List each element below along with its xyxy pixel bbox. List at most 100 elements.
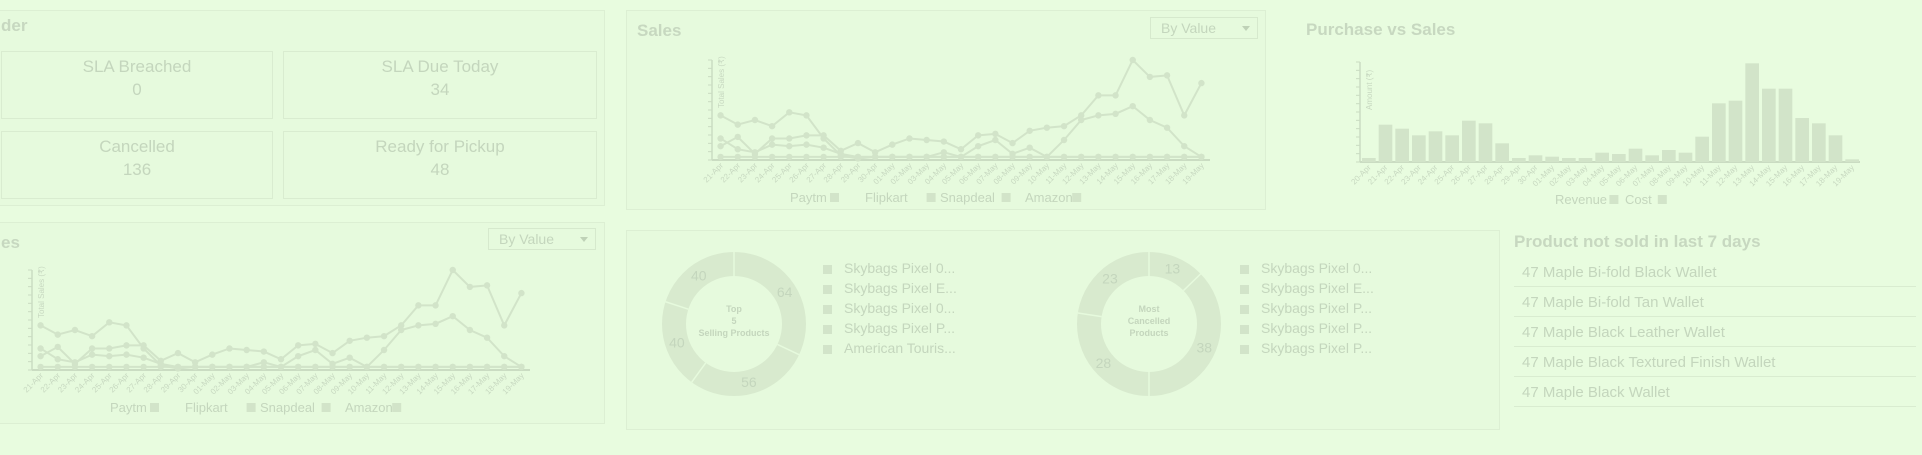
data-point (940, 149, 948, 156)
cancelled-tile[interactable]: Cancelled 136 (1, 131, 273, 199)
sales-panel-title: Sales (637, 21, 682, 40)
legend-item[interactable]: Skybags Pixel P... (1240, 318, 1374, 338)
bar-revenue (1378, 124, 1393, 162)
data-point (260, 348, 268, 355)
data-point (191, 363, 199, 371)
donut-segment-label: 64 (777, 284, 793, 300)
data-point (1078, 153, 1085, 161)
not-sold-item[interactable]: 47 Maple Bi-fold Tan Wallet (1514, 289, 1916, 317)
data-point (1112, 92, 1119, 99)
data-point (380, 332, 388, 340)
not-sold-item[interactable]: 47 Maple Black Leather Wallet (1514, 319, 1916, 347)
lower-sales-line-chart: Total Sales (₹)21-Apr22-Apr23-Apr24-Apr2… (22, 266, 530, 415)
legend-swatch (926, 193, 936, 202)
data-point (398, 363, 405, 371)
data-point (1026, 153, 1033, 161)
bar-revenue (1462, 120, 1476, 162)
data-point (226, 345, 233, 352)
data-point (209, 363, 216, 371)
data-point (312, 340, 319, 348)
data-point (1112, 153, 1119, 161)
legend-swatch (830, 193, 839, 202)
not-sold-item[interactable]: 47 Maple Black Wallet (1514, 379, 1916, 407)
not-sold-item[interactable]: 47 Maple Black Textured Finish Wallet (1514, 349, 1916, 377)
legend-label-paytm: Paytm (110, 400, 147, 415)
bar-revenue (1528, 155, 1543, 162)
legend-label-flipkart: Flipkart (865, 190, 908, 205)
bar-revenue (1628, 148, 1643, 162)
legend-swatch (823, 284, 832, 294)
data-point (1009, 150, 1016, 158)
legend-item[interactable]: Skybags Pixel E... (1240, 278, 1374, 298)
data-point (1129, 102, 1136, 110)
legend-swatch (1657, 195, 1667, 204)
sales-line-chart: Total Sales (₹)21-Apr22-Apr23-Apr24-Apr2… (702, 56, 1210, 205)
bar-revenue (1845, 159, 1859, 162)
data-point (1060, 153, 1068, 161)
bar-revenue (1512, 158, 1526, 162)
legend-item[interactable]: Skybags Pixel P... (823, 318, 957, 338)
data-point (786, 142, 793, 150)
data-point (88, 351, 96, 358)
data-point (54, 356, 61, 363)
legend-item[interactable]: Skybags Pixel E... (823, 278, 957, 298)
bar-revenue (1495, 143, 1509, 162)
sla-breached-tile[interactable]: SLA Breached 0 (1, 51, 273, 119)
data-point (820, 132, 827, 139)
data-point (123, 351, 130, 358)
data-point (88, 345, 96, 352)
bar-revenue (1578, 158, 1593, 162)
legend-item[interactable]: American Touris... (823, 338, 957, 358)
not-sold-item[interactable]: 47 Maple Bi-fold Black Wallet (1514, 259, 1916, 287)
sales-filter-value: By Value (1161, 20, 1216, 36)
not-sold-title: Product not sold in last 7 days (1514, 232, 1761, 251)
bar-revenue (1695, 136, 1709, 162)
legend-item[interactable]: Skybags Pixel 0... (823, 258, 957, 278)
data-point (106, 345, 113, 352)
legend-item[interactable]: Skybags Pixel P... (1240, 298, 1374, 318)
data-point (768, 153, 776, 161)
ready-for-pickup-tile[interactable]: Ready for Pickup 48 (283, 131, 597, 199)
data-point (449, 363, 456, 371)
lower-sales-filter-select[interactable]: By Value (488, 228, 596, 250)
ready-for-pickup-label: Ready for Pickup (375, 137, 505, 156)
lower-sales-filter-value: By Value (499, 231, 554, 247)
data-point (483, 363, 491, 371)
data-point (329, 349, 336, 357)
data-point (483, 282, 491, 289)
data-point (751, 116, 759, 124)
data-point (174, 363, 182, 371)
legend-item[interactable]: Skybags Pixel 0... (1240, 258, 1374, 278)
legend-swatch (1240, 264, 1249, 274)
data-point (889, 153, 896, 161)
data-point (786, 109, 793, 116)
legend-swatch (321, 403, 331, 412)
data-point (992, 130, 999, 138)
legend-label-amazon: Amazon (345, 400, 393, 415)
data-point (483, 334, 491, 341)
data-point (974, 132, 982, 139)
most-cancelled-legend: Skybags Pixel 0... Skybags Pixel E... Sk… (1240, 258, 1374, 358)
data-point (1009, 139, 1016, 147)
sla-due-today-tile[interactable]: SLA Due Today 34 (283, 51, 597, 119)
data-point (449, 312, 456, 320)
data-point (294, 363, 302, 371)
data-point (518, 289, 525, 297)
bar-revenue (1428, 131, 1443, 162)
data-point (974, 142, 982, 150)
data-point (1129, 153, 1136, 161)
legend-item[interactable]: Skybags Pixel 0... (823, 298, 957, 318)
data-point (820, 144, 827, 151)
data-point (466, 326, 474, 334)
sales-filter-select[interactable]: By Value (1150, 17, 1258, 39)
bar-revenue (1795, 118, 1809, 162)
data-point (123, 363, 130, 371)
legend-item[interactable]: Skybags Pixel P... (1240, 338, 1374, 358)
data-point (54, 363, 61, 371)
legend-swatch (1072, 193, 1082, 202)
data-point (37, 345, 44, 352)
data-point (786, 153, 793, 161)
data-point (837, 150, 844, 158)
data-point (1043, 153, 1051, 161)
legend-swatch (823, 264, 832, 274)
